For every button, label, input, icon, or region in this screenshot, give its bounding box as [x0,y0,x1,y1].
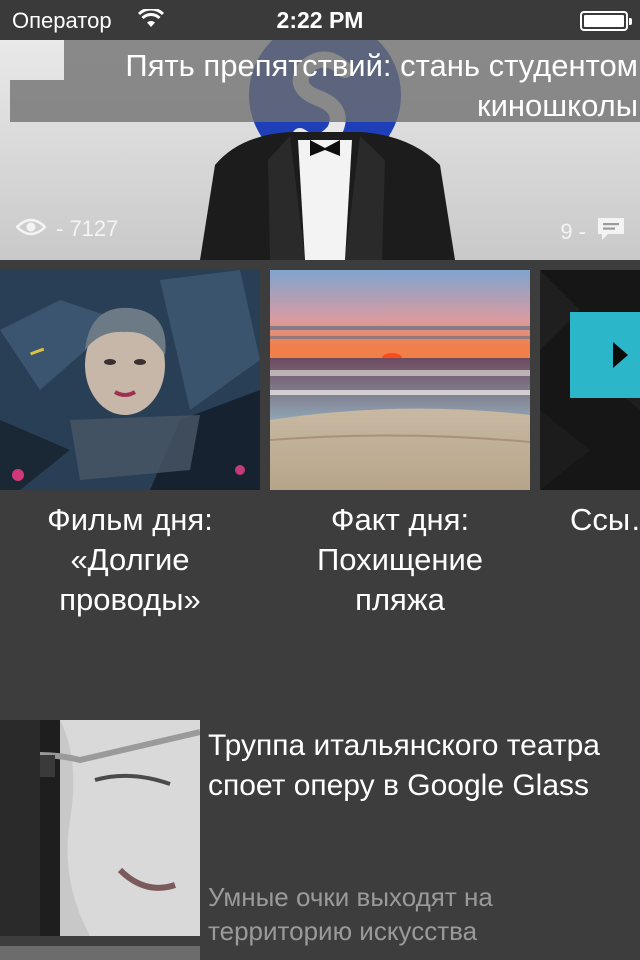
card-film-image [0,270,260,490]
article-subtitle: Умные очки выходят на территорию искусст… [208,882,493,946]
article-thumbnail [0,720,200,936]
comment-icon [596,216,626,248]
play-icon-bg [570,312,640,398]
hero-title[interactable]: Пять препятствий: стань студентом киношк… [38,46,638,126]
card-link-image [540,270,640,490]
clock: 2:22 PM [276,7,364,33]
eye-icon [15,216,47,242]
card-film-caption: Фильм дня: «Долгие проводы» [47,502,213,617]
article-row[interactable]: Труппа итальянского театра споет оперу в… [0,720,640,946]
next-article-thumbnail[interactable] [0,946,200,960]
card-fact-caption: Факт дня: Похищение пляжа [316,502,484,617]
views-counter: - 7127 [15,216,119,242]
carousel-card-film[interactable]: Фильм дня: «Долгие проводы» [0,270,260,620]
card-link-caption: Ссы… И… ква… [570,502,640,537]
views-count: - 7127 [56,216,119,241]
carousel-card-link[interactable]: Ссы… И… ква… [540,270,640,540]
battery-icon [580,11,632,31]
status-bar: Оператор 2:22 PM [0,0,640,40]
carousel-card-fact[interactable]: Факт дня: Похищение пляжа [270,270,530,620]
card-fact-image [270,270,530,490]
comments-count: 9 - [560,219,586,244]
article-title[interactable]: Труппа итальянского театра споет оперу в… [208,726,628,806]
comments-counter[interactable]: 9 - [560,216,626,248]
app-screen: Оператор 2:22 PM Пять препятствий: стань… [0,0,640,960]
hero-article[interactable]: Пять препятствий: стань студентом киношк… [0,40,640,260]
daily-carousel[interactable]: Фильм дня: «Долгие проводы» Факт дня: По… [0,270,640,640]
